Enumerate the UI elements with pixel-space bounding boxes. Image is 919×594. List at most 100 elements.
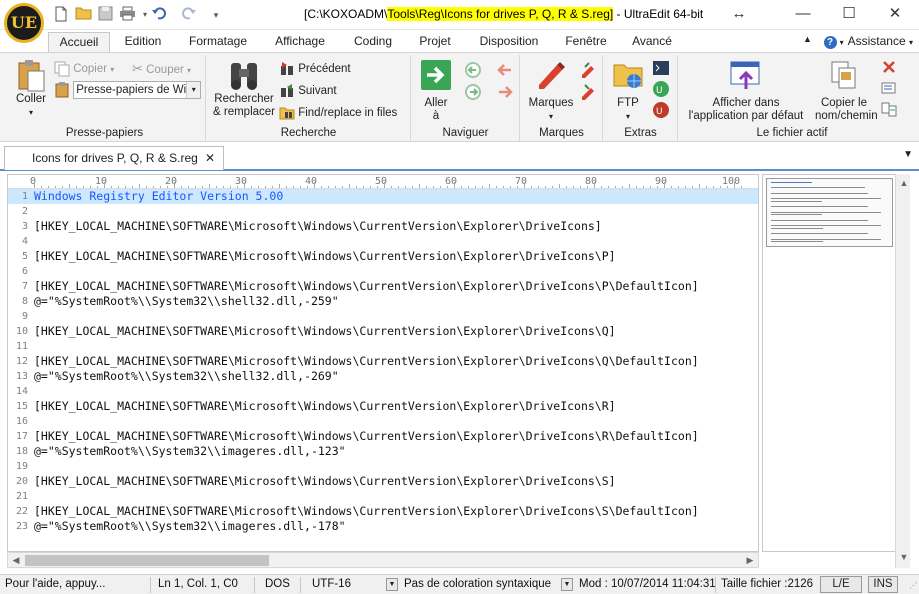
new-file-icon[interactable] bbox=[52, 6, 70, 24]
editor-line[interactable]: 1 Windows Registry Editor Version 5.00 bbox=[8, 189, 758, 204]
editor-line[interactable]: 4 bbox=[8, 234, 758, 249]
file-compare-button[interactable] bbox=[881, 101, 897, 122]
resize-grip-icon[interactable]: ⋰ bbox=[909, 581, 917, 590]
editor-line[interactable]: 18 @="%SystemRoot%\\System32\\imageres.dl… bbox=[8, 444, 758, 459]
scroll-right-icon[interactable]: ▶ bbox=[742, 553, 758, 567]
line-text[interactable]: [HKEY_LOCAL_MACHINE\SOFTWARE\Microsoft\W… bbox=[34, 279, 699, 294]
assistance-menu[interactable]: ? ▾ Assistance ▾ bbox=[823, 34, 913, 49]
syntax-dropdown-icon[interactable]: ▼ bbox=[386, 578, 398, 591]
horizontal-scroll-thumb[interactable] bbox=[25, 555, 269, 566]
line-text[interactable]: Windows Registry Editor Version 5.00 bbox=[34, 189, 283, 204]
extras-tool-1-button[interactable] bbox=[652, 59, 670, 82]
line-text[interactable]: [HKEY_LOCAL_MACHINE\SOFTWARE\Microsoft\W… bbox=[34, 354, 699, 369]
print-icon[interactable] bbox=[118, 6, 136, 24]
find-in-files-button[interactable]: Find/replace in files bbox=[279, 105, 397, 121]
file-properties-button[interactable] bbox=[881, 80, 897, 101]
undo-icon[interactable] bbox=[150, 6, 168, 24]
minimize-icon[interactable]: — bbox=[788, 3, 818, 25]
line-text[interactable]: @="%SystemRoot%\\System32\\shell32.dll,-… bbox=[34, 369, 339, 384]
tab-list-dropdown-icon[interactable]: ▼ bbox=[903, 149, 913, 160]
document-tab-close-icon[interactable]: ✕ bbox=[205, 147, 215, 169]
status-syntax[interactable]: Pas de coloration syntaxique bbox=[404, 578, 551, 590]
editor-line[interactable]: 8 @="%SystemRoot%\\System32\\shell32.dll,… bbox=[8, 294, 758, 309]
copy-button[interactable]: Copier ▾ bbox=[54, 61, 114, 78]
tab-accueil[interactable]: Accueil bbox=[48, 32, 110, 53]
editor-line[interactable]: 16 bbox=[8, 414, 758, 429]
close-icon[interactable]: ✕ bbox=[880, 3, 910, 25]
clipboard-selector[interactable]: Presse-papiers de Wi ▾ bbox=[54, 81, 202, 99]
editor-line[interactable]: 3 [HKEY_LOCAL_MACHINE\SOFTWARE\Microsoft\… bbox=[8, 219, 758, 234]
resize-arrows-icon[interactable]: ↔ bbox=[724, 3, 754, 25]
clipboard-select-arrow-icon[interactable]: ▾ bbox=[186, 82, 201, 98]
maximize-icon[interactable]: ☐ bbox=[834, 3, 864, 25]
tab-disposition[interactable]: Disposition bbox=[470, 32, 548, 53]
save-icon[interactable] bbox=[96, 6, 114, 24]
editor-line[interactable]: 23 @="%SystemRoot%\\System32\\imageres.dl… bbox=[8, 519, 758, 534]
extras-tool-3-button[interactable]: U bbox=[652, 101, 670, 124]
line-text[interactable]: [HKEY_LOCAL_MACHINE\SOFTWARE\Microsoft\W… bbox=[34, 249, 616, 264]
editor-line[interactable]: 20 [HKEY_LOCAL_MACHINE\SOFTWARE\Microsoft… bbox=[8, 474, 758, 489]
line-text[interactable]: @="%SystemRoot%\\System32\\shell32.dll,-… bbox=[34, 294, 339, 309]
goto-button[interactable]: Aller à bbox=[416, 59, 456, 123]
editor-line[interactable]: 10 [HKEY_LOCAL_MACHINE\SOFTWARE\Microsoft… bbox=[8, 324, 758, 339]
status-dropdown-icon[interactable]: ▼ bbox=[561, 578, 573, 591]
status-position[interactable]: Ln 1, Col. 1, C0 bbox=[158, 578, 238, 590]
readwrite-toggle[interactable]: L/E bbox=[820, 576, 862, 593]
line-text[interactable]: [HKEY_LOCAL_MACHINE\SOFTWARE\Microsoft\W… bbox=[34, 474, 616, 489]
line-text[interactable]: [HKEY_LOCAL_MACHINE\SOFTWARE\Microsoft\W… bbox=[34, 429, 699, 444]
status-line-ending[interactable]: DOS bbox=[265, 578, 290, 590]
clipboard-select[interactable]: Presse-papiers de Wi ▾ bbox=[73, 81, 202, 99]
marks-button[interactable]: Marques ▾ bbox=[525, 59, 577, 123]
line-text[interactable]: [HKEY_LOCAL_MACHINE\SOFTWARE\Microsoft\W… bbox=[34, 324, 616, 339]
tab-edition[interactable]: Edition bbox=[114, 32, 172, 53]
line-text[interactable]: [HKEY_LOCAL_MACHINE\SOFTWARE\Microsoft\W… bbox=[34, 399, 616, 414]
insert-mode-toggle[interactable]: INS bbox=[868, 576, 898, 593]
mark-next-button[interactable] bbox=[579, 83, 597, 106]
status-encoding[interactable]: UTF-16 bbox=[312, 578, 351, 590]
collapse-ribbon-icon[interactable]: ▲ bbox=[803, 34, 812, 44]
nav-back-green-button[interactable] bbox=[464, 61, 482, 84]
cut-button[interactable]: ✂ Couper ▾ bbox=[132, 61, 191, 79]
editor-line[interactable]: 13 @="%SystemRoot%\\System32\\shell32.dll… bbox=[8, 369, 758, 384]
find-next-button[interactable]: Suivant bbox=[279, 83, 337, 99]
copy-filepath-button[interactable]: Copier le nom/chemin bbox=[815, 59, 878, 123]
editor-line[interactable]: 22 [HKEY_LOCAL_MACHINE\SOFTWARE\Microsoft… bbox=[8, 504, 758, 519]
ftp-button[interactable]: FTP ▾ bbox=[608, 59, 648, 123]
editor-pane[interactable]: 0 10 20 30 40 60 50 70 80 90 100 1 Window… bbox=[7, 174, 759, 552]
line-text[interactable]: [HKEY_LOCAL_MACHINE\SOFTWARE\Microsoft\W… bbox=[34, 504, 699, 519]
open-default-app-button[interactable]: Afficher dans l'application par défaut bbox=[683, 59, 809, 123]
ultraedit-logo[interactable]: UE bbox=[4, 3, 44, 43]
minimap-panel[interactable] bbox=[762, 174, 910, 552]
scroll-down-icon[interactable]: ▼ bbox=[896, 550, 912, 564]
tab-fenetre[interactable]: Fenêtre bbox=[558, 32, 614, 53]
editor-line[interactable]: 19 bbox=[8, 459, 758, 474]
editor-line[interactable]: 9 bbox=[8, 309, 758, 324]
extras-tool-2-button[interactable]: U bbox=[652, 80, 670, 103]
find-previous-button[interactable]: Précédent bbox=[279, 61, 351, 77]
close-file-button[interactable] bbox=[881, 59, 897, 80]
vertical-scrollbar[interactable]: ▲ ▼ bbox=[895, 174, 910, 568]
editor-line[interactable]: 2 bbox=[8, 204, 758, 219]
mark-previous-button[interactable] bbox=[579, 61, 597, 84]
horizontal-scrollbar[interactable]: ◀ ▶ bbox=[7, 552, 759, 568]
editor-line[interactable]: 5 [HKEY_LOCAL_MACHINE\SOFTWARE\Microsoft\… bbox=[8, 249, 758, 264]
customize-toolbar-icon[interactable]: ▾ bbox=[207, 6, 225, 24]
tab-affichage[interactable]: Affichage bbox=[264, 32, 336, 53]
tab-formatage[interactable]: Formatage bbox=[180, 32, 256, 53]
editor-line[interactable]: 7 [HKEY_LOCAL_MACHINE\SOFTWARE\Microsoft\… bbox=[8, 279, 758, 294]
tab-avance[interactable]: Avancé bbox=[624, 32, 680, 53]
editor-line[interactable]: 11 bbox=[8, 339, 758, 354]
nav-back-red-button[interactable] bbox=[496, 61, 514, 84]
tab-coding[interactable]: Coding bbox=[344, 32, 402, 53]
line-text[interactable]: @="%SystemRoot%\\System32\\imageres.dll,… bbox=[34, 519, 346, 534]
minimap-viewport[interactable] bbox=[766, 178, 893, 247]
find-replace-button[interactable]: Rechercher & remplacer bbox=[211, 59, 277, 119]
line-text[interactable]: @="%SystemRoot%\\System32\\imageres.dll,… bbox=[34, 444, 346, 459]
open-folder-icon[interactable] bbox=[74, 6, 92, 24]
scroll-up-icon[interactable]: ▲ bbox=[896, 176, 912, 190]
editor-line[interactable]: 12 [HKEY_LOCAL_MACHINE\SOFTWARE\Microsoft… bbox=[8, 354, 758, 369]
editor-line[interactable]: 15 [HKEY_LOCAL_MACHINE\SOFTWARE\Microsoft… bbox=[8, 399, 758, 414]
editor-line[interactable]: 14 bbox=[8, 384, 758, 399]
editor-line[interactable]: 6 bbox=[8, 264, 758, 279]
editor-line[interactable]: 21 bbox=[8, 489, 758, 504]
